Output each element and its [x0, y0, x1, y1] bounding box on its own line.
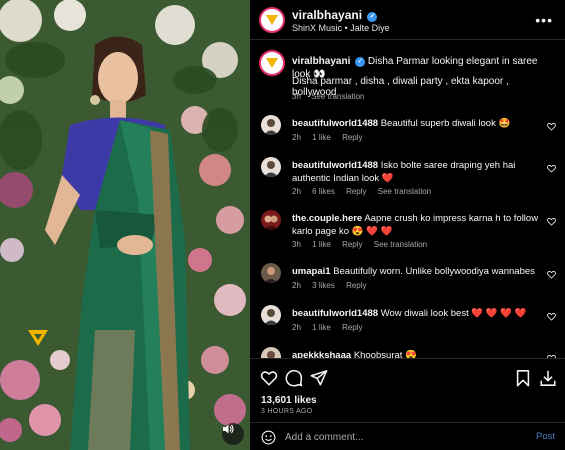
- comment-like-heart-icon[interactable]: [547, 164, 556, 173]
- caption-avatar[interactable]: [259, 50, 285, 76]
- comment-text: Wow diwali look best ❤️ ❤️ ❤️ ❤️: [380, 308, 527, 319]
- post-timestamp: 3 HOURS AGO: [261, 408, 313, 415]
- audio-toggle-button[interactable]: [222, 423, 244, 445]
- commenter-avatar[interactable]: [261, 347, 281, 358]
- comment-reply-button[interactable]: Reply: [342, 133, 362, 142]
- comments-list[interactable]: viralbhayani ✓ Disha Parmar looking eleg…: [250, 42, 565, 358]
- comment-reply-button[interactable]: Reply: [346, 281, 366, 290]
- comment-input[interactable]: [285, 429, 515, 445]
- commenter-username[interactable]: beautifulworld1488: [292, 118, 378, 129]
- comment-like-heart-icon[interactable]: [547, 217, 556, 226]
- post-comment-button[interactable]: Post: [536, 431, 555, 442]
- comment-meta: 2h 3 likes Reply: [292, 281, 376, 290]
- comment-time: 3h: [292, 240, 301, 249]
- download-icon[interactable]: [539, 369, 557, 387]
- comment-see-translation[interactable]: See translation: [378, 187, 431, 196]
- comment-see-translation[interactable]: See translation: [374, 240, 427, 249]
- post-media[interactable]: [0, 0, 250, 450]
- comment-time: 2h: [292, 281, 301, 290]
- bookmark-icon[interactable]: [514, 369, 532, 387]
- commenter-username[interactable]: beautifulworld1488: [292, 160, 378, 171]
- comment-icon[interactable]: [285, 369, 303, 387]
- send-icon[interactable]: [310, 369, 328, 387]
- commenter-avatar[interactable]: [261, 157, 281, 177]
- caption-meta: 3h See translation: [292, 92, 373, 101]
- commenter-avatar[interactable]: [261, 305, 281, 325]
- post-photo: [0, 0, 250, 450]
- commenter-avatar[interactable]: [261, 115, 281, 135]
- caption-username[interactable]: viralbhayani: [292, 56, 350, 67]
- caption-see-translation[interactable]: See translation: [311, 92, 364, 101]
- comment-time: 2h: [292, 187, 301, 196]
- author-username[interactable]: viralbhayani: [292, 8, 362, 22]
- comment-text-row: beautifulworld1488 Isko bolte saree drap…: [292, 159, 542, 185]
- commenter-username[interactable]: apekkkshaaa: [292, 350, 351, 358]
- comment-like-heart-icon[interactable]: [547, 122, 556, 131]
- comment-text-row: apekkkshaaa Khoobsurat 😍: [292, 349, 542, 358]
- comment-text: Beautifully worn. Unlike bollywoodiya wa…: [333, 266, 535, 277]
- heart-icon[interactable]: [260, 369, 278, 387]
- post-details-pane: viralbhayani ✓ ShinX Music • Jalte Diye …: [250, 0, 565, 450]
- more-icon: •••: [535, 12, 553, 28]
- comment-like-heart-icon[interactable]: [547, 270, 556, 279]
- comment-text-row: beautifulworld1488 Wow diwali look best …: [292, 307, 542, 320]
- author-avatar[interactable]: [259, 7, 285, 33]
- commenter-avatar[interactable]: [261, 263, 281, 283]
- comment-time: 2h: [292, 323, 301, 332]
- comment-like-heart-icon[interactable]: [547, 312, 556, 321]
- speaker-icon: [223, 424, 234, 434]
- comment-likes[interactable]: 1 like: [312, 240, 331, 249]
- comment-meta: 3h 1 like Reply See translation: [292, 240, 436, 249]
- commenter-username[interactable]: beautifulworld1488: [292, 308, 378, 319]
- caption-time: 3h: [292, 92, 301, 101]
- smiley-icon[interactable]: [261, 430, 276, 445]
- comment-text: Beautiful superb diwali look 🤩: [380, 118, 511, 129]
- post-actions: 13,601 likes 3 HOURS AGO: [250, 358, 565, 416]
- comment-meta: 2h 1 like Reply: [292, 323, 372, 332]
- comment-text: Khoobsurat 😍: [353, 350, 417, 358]
- comment-text-row: the.couple.here Aapne crush ko impress k…: [292, 212, 542, 238]
- commenter-avatar[interactable]: [261, 210, 281, 230]
- comment-likes[interactable]: 1 like: [312, 323, 331, 332]
- comment-text-row: beautifulworld1488 Beautiful superb diwa…: [292, 117, 542, 130]
- comment-likes[interactable]: 1 like: [312, 133, 331, 142]
- post-header: viralbhayani ✓ ShinX Music • Jalte Diye …: [250, 0, 565, 40]
- commenter-username[interactable]: the.couple.here: [292, 213, 362, 224]
- comment-likes[interactable]: 3 likes: [312, 281, 335, 290]
- verified-badge-icon: ✓: [367, 12, 378, 22]
- comment-meta: 2h 1 like Reply: [292, 133, 372, 142]
- likes-count[interactable]: 13,601 likes: [261, 395, 317, 406]
- verified-badge-icon: ✓: [355, 57, 366, 67]
- comment-composer: Post: [250, 422, 565, 450]
- comment-likes[interactable]: 6 likes: [312, 187, 335, 196]
- comment-reply-button[interactable]: Reply: [342, 240, 362, 249]
- comment-text-row: umapai1 Beautifully worn. Unlike bollywo…: [292, 265, 542, 278]
- author-username-row[interactable]: viralbhayani ✓: [292, 8, 378, 22]
- comment-reply-button[interactable]: Reply: [342, 323, 362, 332]
- comment-time: 2h: [292, 133, 301, 142]
- commenter-username[interactable]: umapai1: [292, 266, 331, 277]
- comment-meta: 2h 6 likes Reply See translation: [292, 187, 440, 196]
- more-options-button[interactable]: •••: [535, 12, 553, 28]
- comment-reply-button[interactable]: Reply: [346, 187, 366, 196]
- audio-attribution[interactable]: ShinX Music • Jalte Diye: [292, 23, 390, 33]
